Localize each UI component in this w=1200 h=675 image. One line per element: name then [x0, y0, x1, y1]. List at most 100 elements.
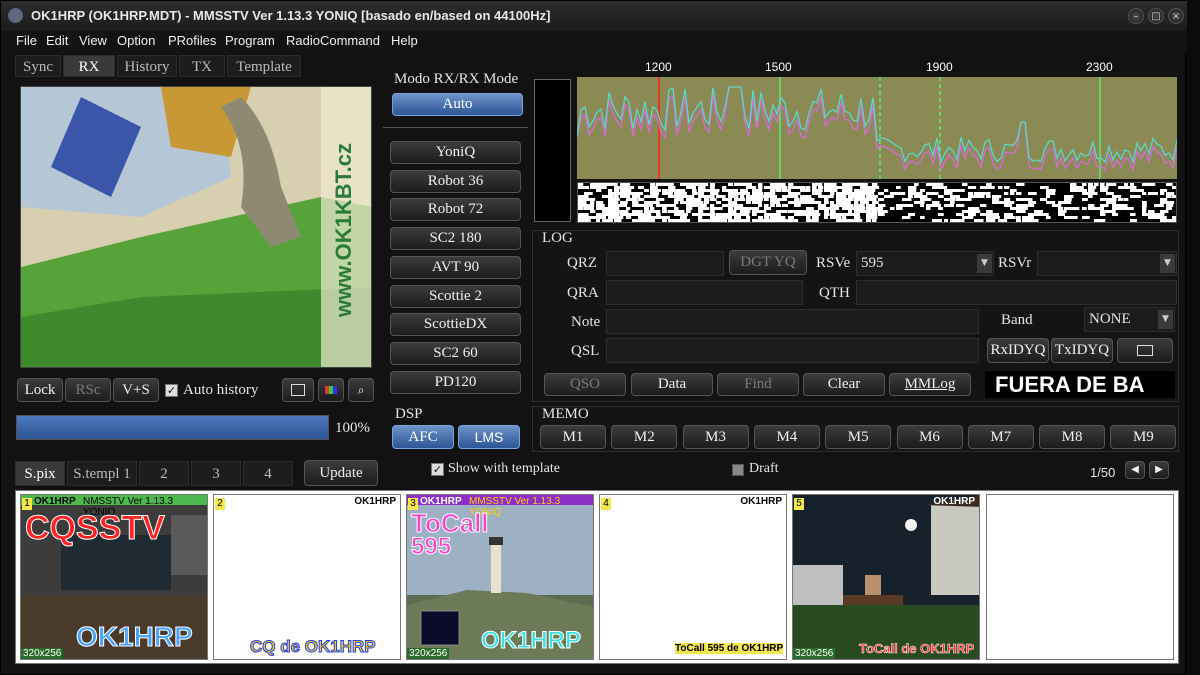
waterfall-cell [872, 210, 878, 213]
waterfall-display[interactable] [577, 182, 1177, 223]
app-icon[interactable] [7, 7, 24, 24]
waterfall-cell [1082, 198, 1088, 201]
tab-stempl3[interactable]: 3 [191, 461, 241, 486]
waterfall-cell [908, 213, 915, 216]
tab-spix[interactable]: S.pix [15, 461, 65, 486]
color-icon[interactable] [318, 378, 344, 402]
tab-rx[interactable]: RX [63, 55, 115, 77]
update-button[interactable]: Update [304, 460, 378, 486]
spectrum-display[interactable] [577, 77, 1177, 179]
waterfall-cell [866, 189, 876, 192]
show-template-checkbox[interactable]: ✓ [431, 463, 444, 476]
memo-button-m5[interactable]: M5 [825, 425, 892, 449]
mode-auto-button[interactable]: Auto [392, 93, 523, 116]
rsc-button[interactable]: RSc [65, 378, 111, 402]
waterfall-cell [896, 207, 903, 210]
afc-button[interactable]: AFC [392, 425, 454, 449]
rx-image[interactable]: www.OK1KBT.cz [20, 86, 372, 368]
image-icon[interactable] [1117, 338, 1173, 363]
mode-button-robot-36[interactable]: Robot 36 [390, 169, 521, 193]
tab-stempl2[interactable]: 2 [139, 461, 189, 486]
waterfall-cell [1130, 195, 1137, 198]
tab-sync[interactable]: Sync [15, 55, 61, 77]
memo-button-m7[interactable]: M7 [967, 425, 1034, 449]
waterfall-cell [812, 216, 819, 219]
draft-checkbox[interactable] [732, 464, 744, 476]
waterfall-cell [680, 189, 686, 192]
tab-template[interactable]: Template [227, 55, 301, 77]
close-icon[interactable]: × [1168, 8, 1184, 24]
waterfall-cell [608, 207, 615, 210]
waterfall-cell [608, 183, 618, 186]
tab-tx[interactable]: TX [179, 55, 225, 77]
next-page-icon[interactable]: ▶ [1149, 461, 1169, 479]
waterfall-cell [944, 204, 951, 207]
title-bar[interactable]: OK1HRP (OK1HRP.MDT) - MMSSTV Ver 1.13.3 … [1, 1, 1187, 31]
qso-button[interactable]: QSO [544, 373, 626, 396]
thumbnail-1[interactable]: 1 OK1HRP NMSSTV Ver 1.13.3 YONIQ CQSSTV … [20, 494, 208, 660]
qra-input[interactable] [606, 280, 803, 305]
clear-button[interactable]: Clear [803, 373, 885, 396]
mode-button-robot-72[interactable]: Robot 72 [390, 198, 521, 222]
rsvr-select[interactable]: ▼ [1037, 251, 1177, 276]
tab-history[interactable]: History [117, 55, 177, 77]
mode-button-sc2-180[interactable]: SC2 180 [390, 227, 521, 251]
waterfall-cell [1100, 210, 1106, 213]
menu-edit[interactable]: Edit [46, 33, 68, 48]
menu-file[interactable]: File [16, 33, 37, 48]
memo-button-m4[interactable]: M4 [753, 425, 820, 449]
thumbnail-3[interactable]: 3 OK1HRP MMSSTV Ver 1.13.3 YONIQ ToCall … [406, 494, 594, 660]
find-button[interactable]: Find [717, 373, 799, 396]
thumbnail-4[interactable]: 4 OK1HRP ToCall 595 de OK1HRP [599, 494, 787, 660]
thumbnail-6[interactable] [986, 494, 1174, 660]
tab-stempl4[interactable]: 4 [243, 461, 293, 486]
data-button[interactable]: Data [631, 373, 713, 396]
memo-button-m1[interactable]: M1 [540, 425, 606, 449]
mmlog-button[interactable]: MMLog [889, 373, 971, 396]
qth-input[interactable] [856, 280, 1177, 305]
waterfall-cell [938, 222, 943, 223]
memo-button-m6[interactable]: M6 [896, 425, 963, 449]
chevron-down-icon[interactable]: ▼ [977, 254, 992, 273]
search-icon[interactable]: ⌕ [348, 378, 374, 402]
rsve-select[interactable]: 595 ▼ [856, 251, 994, 276]
auto-history-checkbox[interactable]: ✓ [165, 384, 178, 397]
menu-view[interactable]: View [79, 33, 107, 48]
menu-help[interactable]: Help [391, 33, 418, 48]
qsl-input[interactable] [606, 338, 979, 363]
maximize-icon[interactable]: □ [1148, 8, 1164, 24]
mode-button-yoniq[interactable]: YoniQ [390, 141, 521, 164]
thumbnail-5[interactable]: 5 OK1HRP ToCall de OK1HRP 320x256 [792, 494, 980, 660]
thumbnail-call: OK1HRP [933, 496, 975, 507]
lms-button[interactable]: LMS [458, 425, 520, 449]
lock-button[interactable]: Lock [17, 378, 63, 402]
note-input[interactable] [606, 309, 979, 334]
menu-profiles[interactable]: PRofiles [168, 33, 216, 48]
mode-button-scottiedx[interactable]: ScottieDX [390, 313, 521, 337]
chevron-down-icon[interactable]: ▼ [1158, 310, 1173, 329]
vs-button[interactable]: V+S [113, 378, 159, 402]
tab-stempl1[interactable]: S.templ 1 [67, 461, 137, 486]
mode-button-pd120[interactable]: PD120 [390, 370, 521, 394]
copy-icon[interactable] [282, 378, 314, 402]
waterfall-cell [1046, 189, 1056, 192]
mode-button-scottie-2[interactable]: Scottie 2 [390, 284, 521, 308]
memo-button-m8[interactable]: M8 [1039, 425, 1106, 449]
memo-button-m3[interactable]: M3 [682, 425, 749, 449]
mode-button-sc2-60[interactable]: SC2 60 [390, 341, 521, 365]
menu-program[interactable]: Program [225, 33, 275, 48]
minimize-icon[interactable]: – [1128, 8, 1144, 24]
prev-page-icon[interactable]: ◀ [1125, 461, 1145, 479]
qrz-input[interactable] [606, 251, 724, 276]
band-select[interactable]: NONE ▼ [1084, 307, 1175, 332]
menu-radiocommand[interactable]: RadioCommand [286, 33, 380, 48]
menu-option[interactable]: Option [117, 33, 155, 48]
thumbnail-2[interactable]: 2 OK1HRP CQ de OK1HRP [213, 494, 401, 660]
chevron-down-icon[interactable]: ▼ [1160, 254, 1175, 273]
memo-button-m2[interactable]: M2 [611, 425, 678, 449]
txidyq-button[interactable]: TxIDYQ [1051, 338, 1113, 363]
dgt-yq-button[interactable]: DGT YQ [729, 250, 807, 275]
mode-button-avt-90[interactable]: AVT 90 [390, 255, 521, 279]
rxidyq-button[interactable]: RxIDYQ [987, 338, 1049, 363]
memo-button-m9[interactable]: M9 [1110, 425, 1177, 449]
